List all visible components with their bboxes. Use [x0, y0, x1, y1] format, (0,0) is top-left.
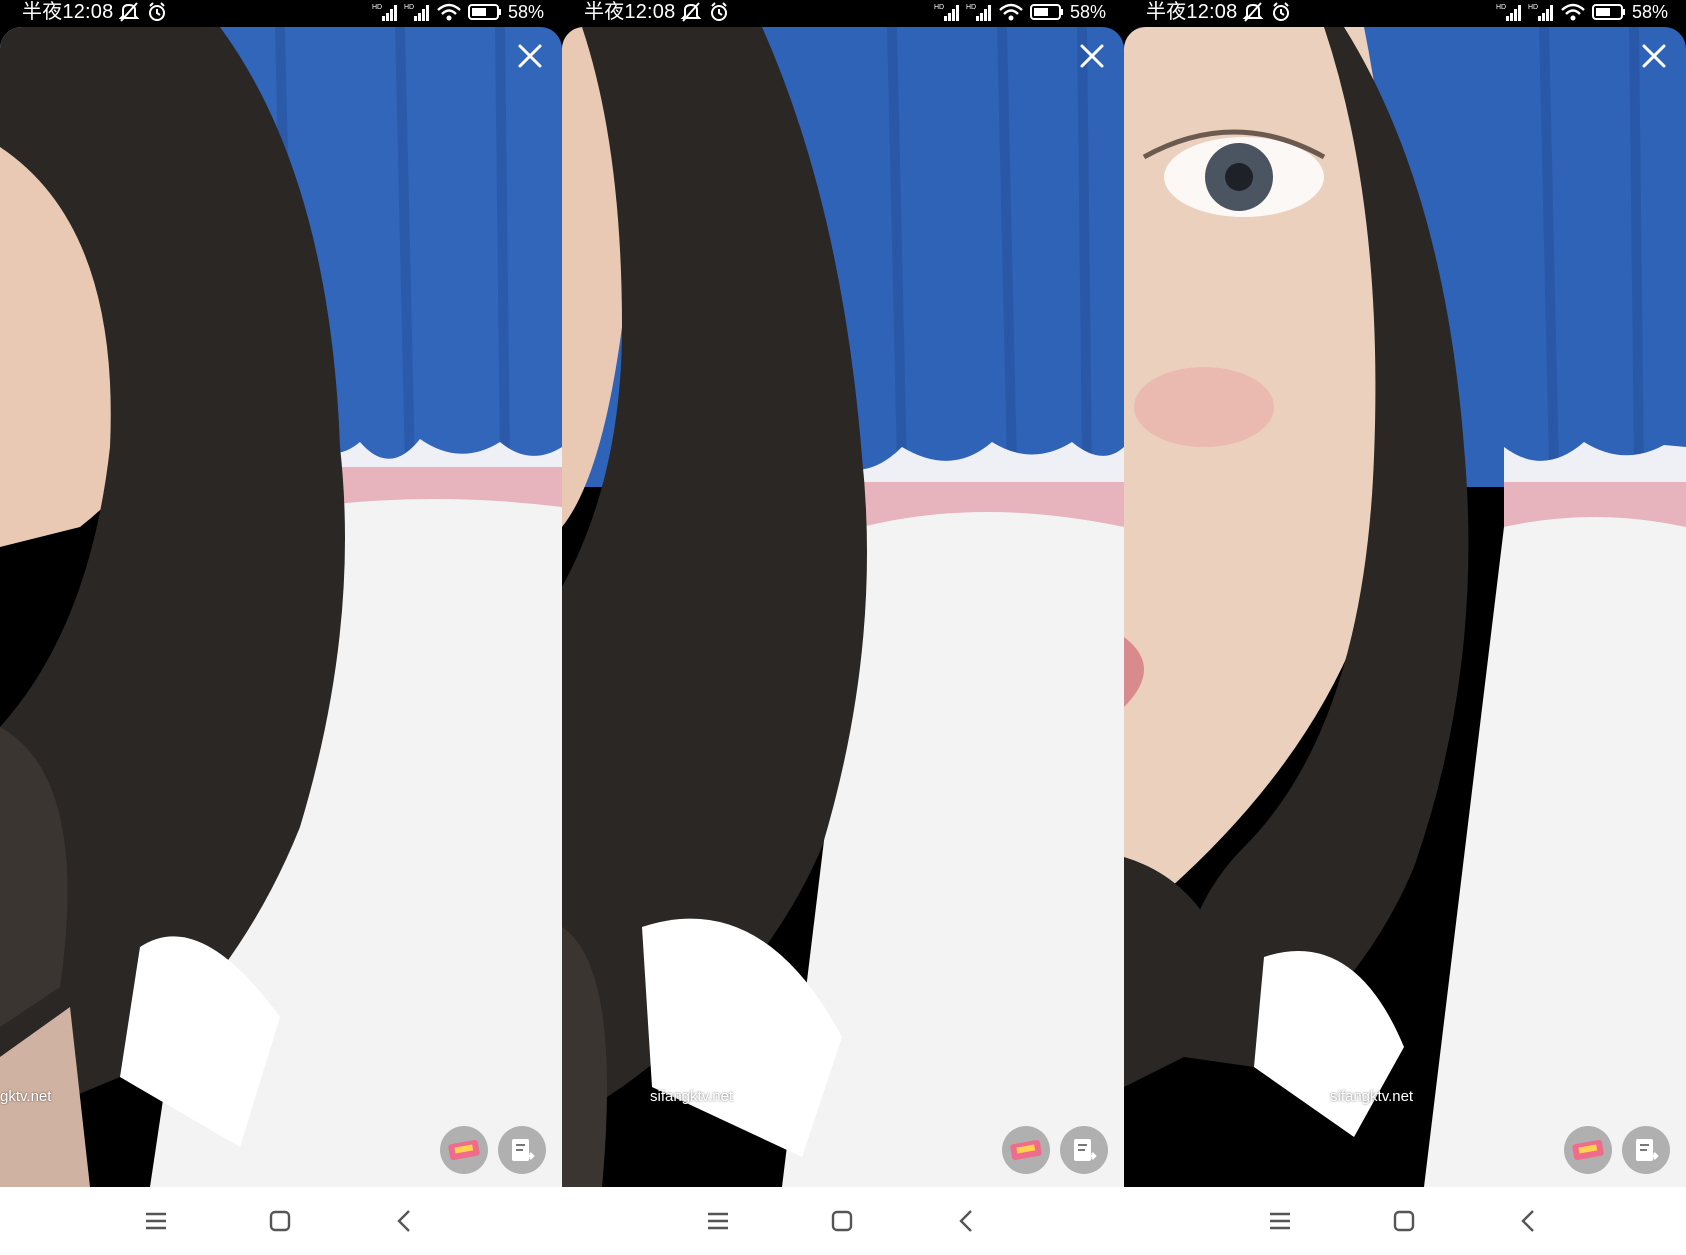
share-button[interactable]	[498, 1126, 546, 1174]
wifi-icon	[1561, 3, 1585, 21]
menu-icon	[146, 1212, 166, 1230]
home-square-icon	[1393, 1210, 1415, 1232]
system-nav-bar	[0, 1187, 562, 1255]
screen-panel-3: 半夜12:08 HD HD 58% sifangktv.net	[1124, 0, 1686, 1255]
home-button[interactable]	[262, 1203, 298, 1239]
home-square-icon	[831, 1210, 853, 1232]
status-time: 半夜12:08	[1146, 1, 1238, 23]
screen-panel-1: 半夜12:08 HD HD 58% gktv.net	[0, 0, 562, 1255]
gift-card-icon	[1572, 1139, 1604, 1161]
back-button[interactable]	[386, 1203, 422, 1239]
signal-icon-2: HD	[966, 4, 991, 21]
note-share-icon	[1636, 1139, 1659, 1161]
status-time: 半夜12:08	[22, 1, 114, 23]
live-video-view[interactable]	[562, 27, 1124, 1187]
menu-button[interactable]	[138, 1203, 174, 1239]
gift-card-icon	[448, 1139, 480, 1161]
system-nav-bar	[1124, 1187, 1686, 1255]
menu-icon	[708, 1212, 728, 1230]
mute-icon	[1242, 2, 1264, 22]
gift-button[interactable]	[1002, 1126, 1050, 1174]
battery-percent: 58%	[1631, 2, 1668, 22]
video-frame	[1124, 27, 1686, 1187]
status-right-icons: HD HD 58%	[1496, 0, 1668, 24]
watermark-text: gktv.net	[0, 1088, 52, 1105]
back-chevron-icon	[959, 1210, 972, 1232]
mute-icon	[680, 2, 702, 22]
note-share-icon	[512, 1139, 535, 1161]
wifi-icon	[437, 3, 461, 21]
back-chevron-icon	[1521, 1210, 1534, 1232]
svg-text:HD: HD	[1496, 4, 1506, 11]
battery-percent: 58%	[1069, 2, 1106, 22]
back-chevron-icon	[397, 1210, 410, 1232]
home-button[interactable]	[824, 1203, 860, 1239]
live-video-view[interactable]	[1124, 27, 1686, 1187]
status-bar: 半夜12:08 HD HD 58%	[1124, 0, 1686, 27]
svg-text:HD: HD	[934, 4, 944, 11]
watermark-text: sifangktv.net	[1330, 1088, 1414, 1105]
svg-text:HD: HD	[1528, 4, 1538, 11]
screen-panel-2: 半夜12:08 HD HD 58% sifangktv.net	[562, 0, 1124, 1255]
svg-text:HD: HD	[372, 4, 382, 11]
close-icon[interactable]	[514, 40, 546, 72]
svg-text:HD: HD	[404, 4, 414, 11]
status-left-icons	[118, 1, 168, 23]
home-square-icon	[269, 1210, 291, 1232]
status-right-icons: HD HD 58%	[934, 0, 1106, 24]
status-left-icons	[680, 1, 730, 23]
home-button[interactable]	[1386, 1203, 1422, 1239]
share-button[interactable]	[1060, 1126, 1108, 1174]
menu-button[interactable]	[700, 1203, 736, 1239]
battery-icon	[1591, 4, 1625, 20]
battery-icon	[1029, 4, 1063, 20]
status-bar: 半夜12:08 HD HD 58%	[562, 0, 1124, 27]
alarm-icon	[711, 2, 727, 21]
alarm-icon	[149, 2, 165, 21]
signal-icon: HD	[1496, 4, 1521, 21]
battery-icon	[467, 4, 501, 20]
signal-icon: HD	[934, 4, 959, 21]
signal-icon-2: HD	[1528, 4, 1553, 21]
gift-button[interactable]	[440, 1126, 488, 1174]
status-time: 半夜12:08	[584, 1, 676, 23]
system-nav-bar	[562, 1187, 1124, 1255]
status-left-icons	[1242, 1, 1292, 23]
menu-icon	[1270, 1212, 1290, 1230]
gift-button[interactable]	[1564, 1126, 1612, 1174]
battery-percent: 58%	[507, 2, 544, 22]
mute-icon	[118, 2, 140, 22]
menu-button[interactable]	[1262, 1203, 1298, 1239]
alarm-icon	[1273, 2, 1289, 21]
wifi-icon	[999, 3, 1023, 21]
status-right-icons: HD HD 58%	[372, 0, 544, 24]
close-icon[interactable]	[1638, 40, 1670, 72]
signal-icon: HD	[372, 4, 397, 21]
video-frame	[0, 27, 562, 1187]
svg-text:HD: HD	[966, 4, 976, 11]
back-button[interactable]	[1510, 1203, 1546, 1239]
video-frame	[562, 27, 1124, 1187]
status-bar: 半夜12:08 HD HD 58%	[0, 0, 562, 27]
note-share-icon	[1074, 1139, 1097, 1161]
watermark-text: sifangktv.net	[650, 1088, 734, 1105]
close-icon[interactable]	[1076, 40, 1108, 72]
share-button[interactable]	[1622, 1126, 1670, 1174]
gift-card-icon	[1010, 1139, 1042, 1161]
back-button[interactable]	[948, 1203, 984, 1239]
signal-icon-2: HD	[404, 4, 429, 21]
live-video-view[interactable]	[0, 27, 562, 1187]
